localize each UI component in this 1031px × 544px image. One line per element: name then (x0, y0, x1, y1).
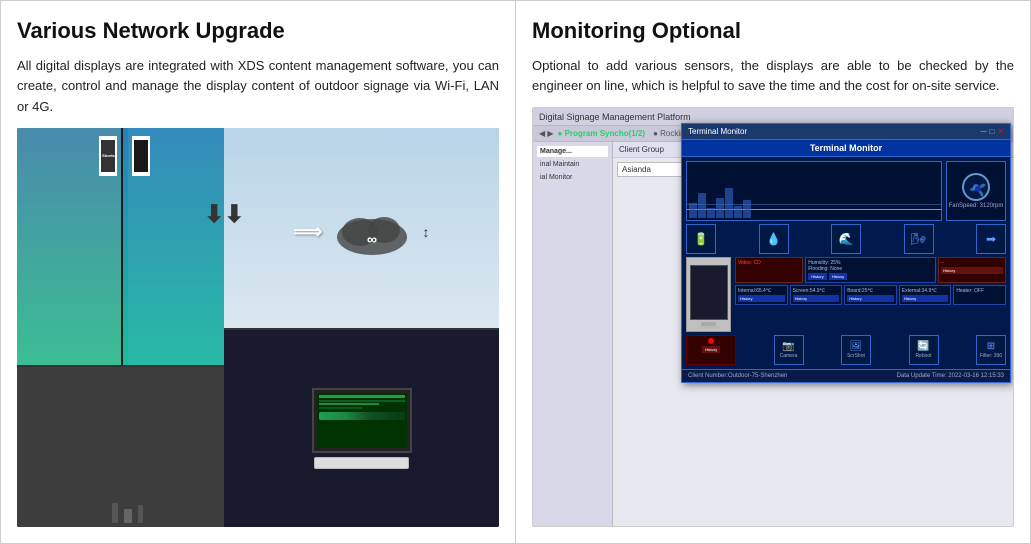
tm-history-internal[interactable]: History (738, 295, 785, 302)
tm-history-unknown[interactable]: History (941, 267, 1003, 274)
right-body: Optional to add various sensors, the dis… (532, 56, 1014, 98)
svg-text:∞: ∞ (367, 231, 377, 247)
tm-footer-clients: Client Number:Outdoor-75-Shenzhen (688, 373, 787, 379)
left-body: All digital displays are integrated with… (17, 56, 499, 118)
store-bay-right (128, 128, 239, 365)
tm-reboot-label: Reboot (915, 353, 931, 359)
tm-board-temp: Board:25℃ History (844, 285, 897, 305)
store-bay-left: Shorts (17, 128, 123, 365)
wifi-icon: ⬇⬇ (204, 200, 244, 229)
tm-title: Terminal Monitor (688, 127, 747, 136)
tm-history-board[interactable]: History (847, 295, 894, 302)
street-items (112, 503, 143, 523)
tm-history-humidity[interactable]: History (808, 273, 826, 280)
monitor-setup (312, 388, 412, 469)
tm-external-temp: External:34.9℃ History (899, 285, 952, 305)
tm-display-body (686, 257, 731, 332)
tm-screenshot-box: 🖼 ScrShot (841, 335, 871, 365)
tm-3d-display (686, 257, 731, 332)
store-window: Shorts (17, 128, 239, 367)
tm-internal-temp: Internal:65.4℃ History (735, 285, 788, 305)
tm-filter-label: Filter: 390 (980, 353, 1002, 359)
sw-sidebar: Manage... inal Maintain ial Monitor (533, 142, 613, 526)
monitor-display (317, 393, 407, 448)
tm-humidity-btns: History History (808, 273, 933, 280)
tm-camera-box: 📷 Camera (774, 335, 804, 365)
tm-graph-bars (687, 162, 941, 220)
tm-unknown-cell: -- History (938, 257, 1006, 283)
tm-humidity-cell: Humidity: 25% Flooding: None History His… (805, 257, 936, 283)
monitor-screen (312, 388, 412, 453)
tm-monitor-display: Video: CD Humidity: 25% Flooding: None H… (686, 257, 1006, 332)
sw-nav-status: ● Program Syncho(1/2) (558, 129, 646, 138)
tm-footer: Client Number:Outdoor-75-Shenzhen Data U… (682, 369, 1010, 383)
tm-camera-label: Camera (780, 353, 798, 359)
tm-red-status: History (686, 335, 736, 365)
sidebar-item-manage[interactable]: Manage... (537, 146, 608, 157)
tm-maximize[interactable]: □ (989, 127, 994, 136)
down-arrows: ↕ (422, 224, 429, 240)
tm-status-row2: Internal:65.4℃ History Screen:54.9℃ Hist… (735, 285, 1006, 305)
tm-close[interactable]: ✕ (997, 127, 1004, 136)
tm-icons-row1: 🔋 💧 🌊 🌬 ➡ (686, 224, 1006, 254)
tm-icon-battery: 🔋 (686, 224, 716, 254)
tm-top-row: FanSpeed: 3120rpm (686, 161, 1006, 221)
tm-heater: Heater: OFF (953, 285, 1006, 305)
monitor-section (224, 328, 499, 528)
tm-graph (686, 161, 942, 221)
tm-video-cell: Video: CD (735, 257, 803, 283)
store-section: Shorts (17, 128, 239, 527)
tm-fan-speed: FanSpeed: 3120rpm (949, 203, 1004, 209)
tm-footer-time: Data Update Time: 2022-03-16 12:15:33 (897, 373, 1004, 379)
cloud-section: ⟹ ∞ ↕ (224, 128, 499, 335)
tm-body: FanSpeed: 3120rpm 🔋 💧 🌊 🌬 ➡ (682, 157, 1010, 369)
left-title: Various Network Upgrade (17, 17, 499, 46)
tm-status-row1: Video: CD Humidity: 25% Flooding: None H… (735, 257, 1006, 283)
terminal-monitor-window: Terminal Monitor ─ □ ✕ Terminal Monitor (681, 123, 1011, 383)
tm-history-external[interactable]: History (902, 295, 949, 302)
tm-screen-temp: Screen:54.9℃ History (790, 285, 843, 305)
keyboard (314, 457, 409, 469)
tm-icon-arrow: ➡ (976, 224, 1006, 254)
sidebar-item-maintain[interactable]: inal Maintain (537, 159, 608, 170)
tm-filter-box: ⊞ Filter: 390 (976, 335, 1006, 365)
left-panel: Various Network Upgrade All digital disp… (1, 1, 516, 543)
tm-minimize[interactable]: ─ (981, 127, 987, 136)
tm-history-screen[interactable]: History (793, 295, 840, 302)
tm-icon-wind: 🌬 (904, 224, 934, 254)
tm-status-grid: Video: CD Humidity: 25% Flooding: None H… (735, 257, 1006, 332)
left-image: Shorts (17, 128, 499, 527)
sw-title: Digital Signage Management Platform (539, 112, 691, 122)
tm-history-red[interactable]: History (702, 346, 720, 353)
tm-fan-circle (962, 173, 990, 201)
tm-titlebar: Terminal Monitor ─ □ ✕ (682, 124, 1010, 139)
sidebar-item-monitor[interactable]: ial Monitor (537, 172, 608, 183)
tm-reboot-box: 🔄 Reboot (909, 335, 939, 365)
tm-icon-fan2: 🌊 (831, 224, 861, 254)
cloud-icon: ∞ (332, 202, 412, 262)
display-screen-left: Shorts (99, 136, 117, 176)
display-screen-right (132, 136, 150, 176)
right-title: Monitoring Optional (532, 17, 1014, 46)
tm-history-flooding[interactable]: History (829, 273, 847, 280)
right-image: Digital Signage Management Platform ◀ ▶ … (532, 107, 1014, 527)
tm-window-controls: ─ □ ✕ (981, 127, 1004, 136)
tm-header: Terminal Monitor (682, 140, 1010, 157)
tm-icon-water: 💧 (759, 224, 789, 254)
right-panel: Monitoring Optional Optional to add vari… (516, 1, 1030, 543)
street-area (17, 367, 239, 527)
tm-bottom-icons: History 📷 Camera 🖼 ScrShot 🔄 Reboot (686, 335, 1006, 365)
tm-fan: FanSpeed: 3120rpm (946, 161, 1006, 221)
tm-screenshot-label: ScrShot (847, 353, 865, 359)
wifi-arrows: ⟹ (294, 219, 323, 244)
